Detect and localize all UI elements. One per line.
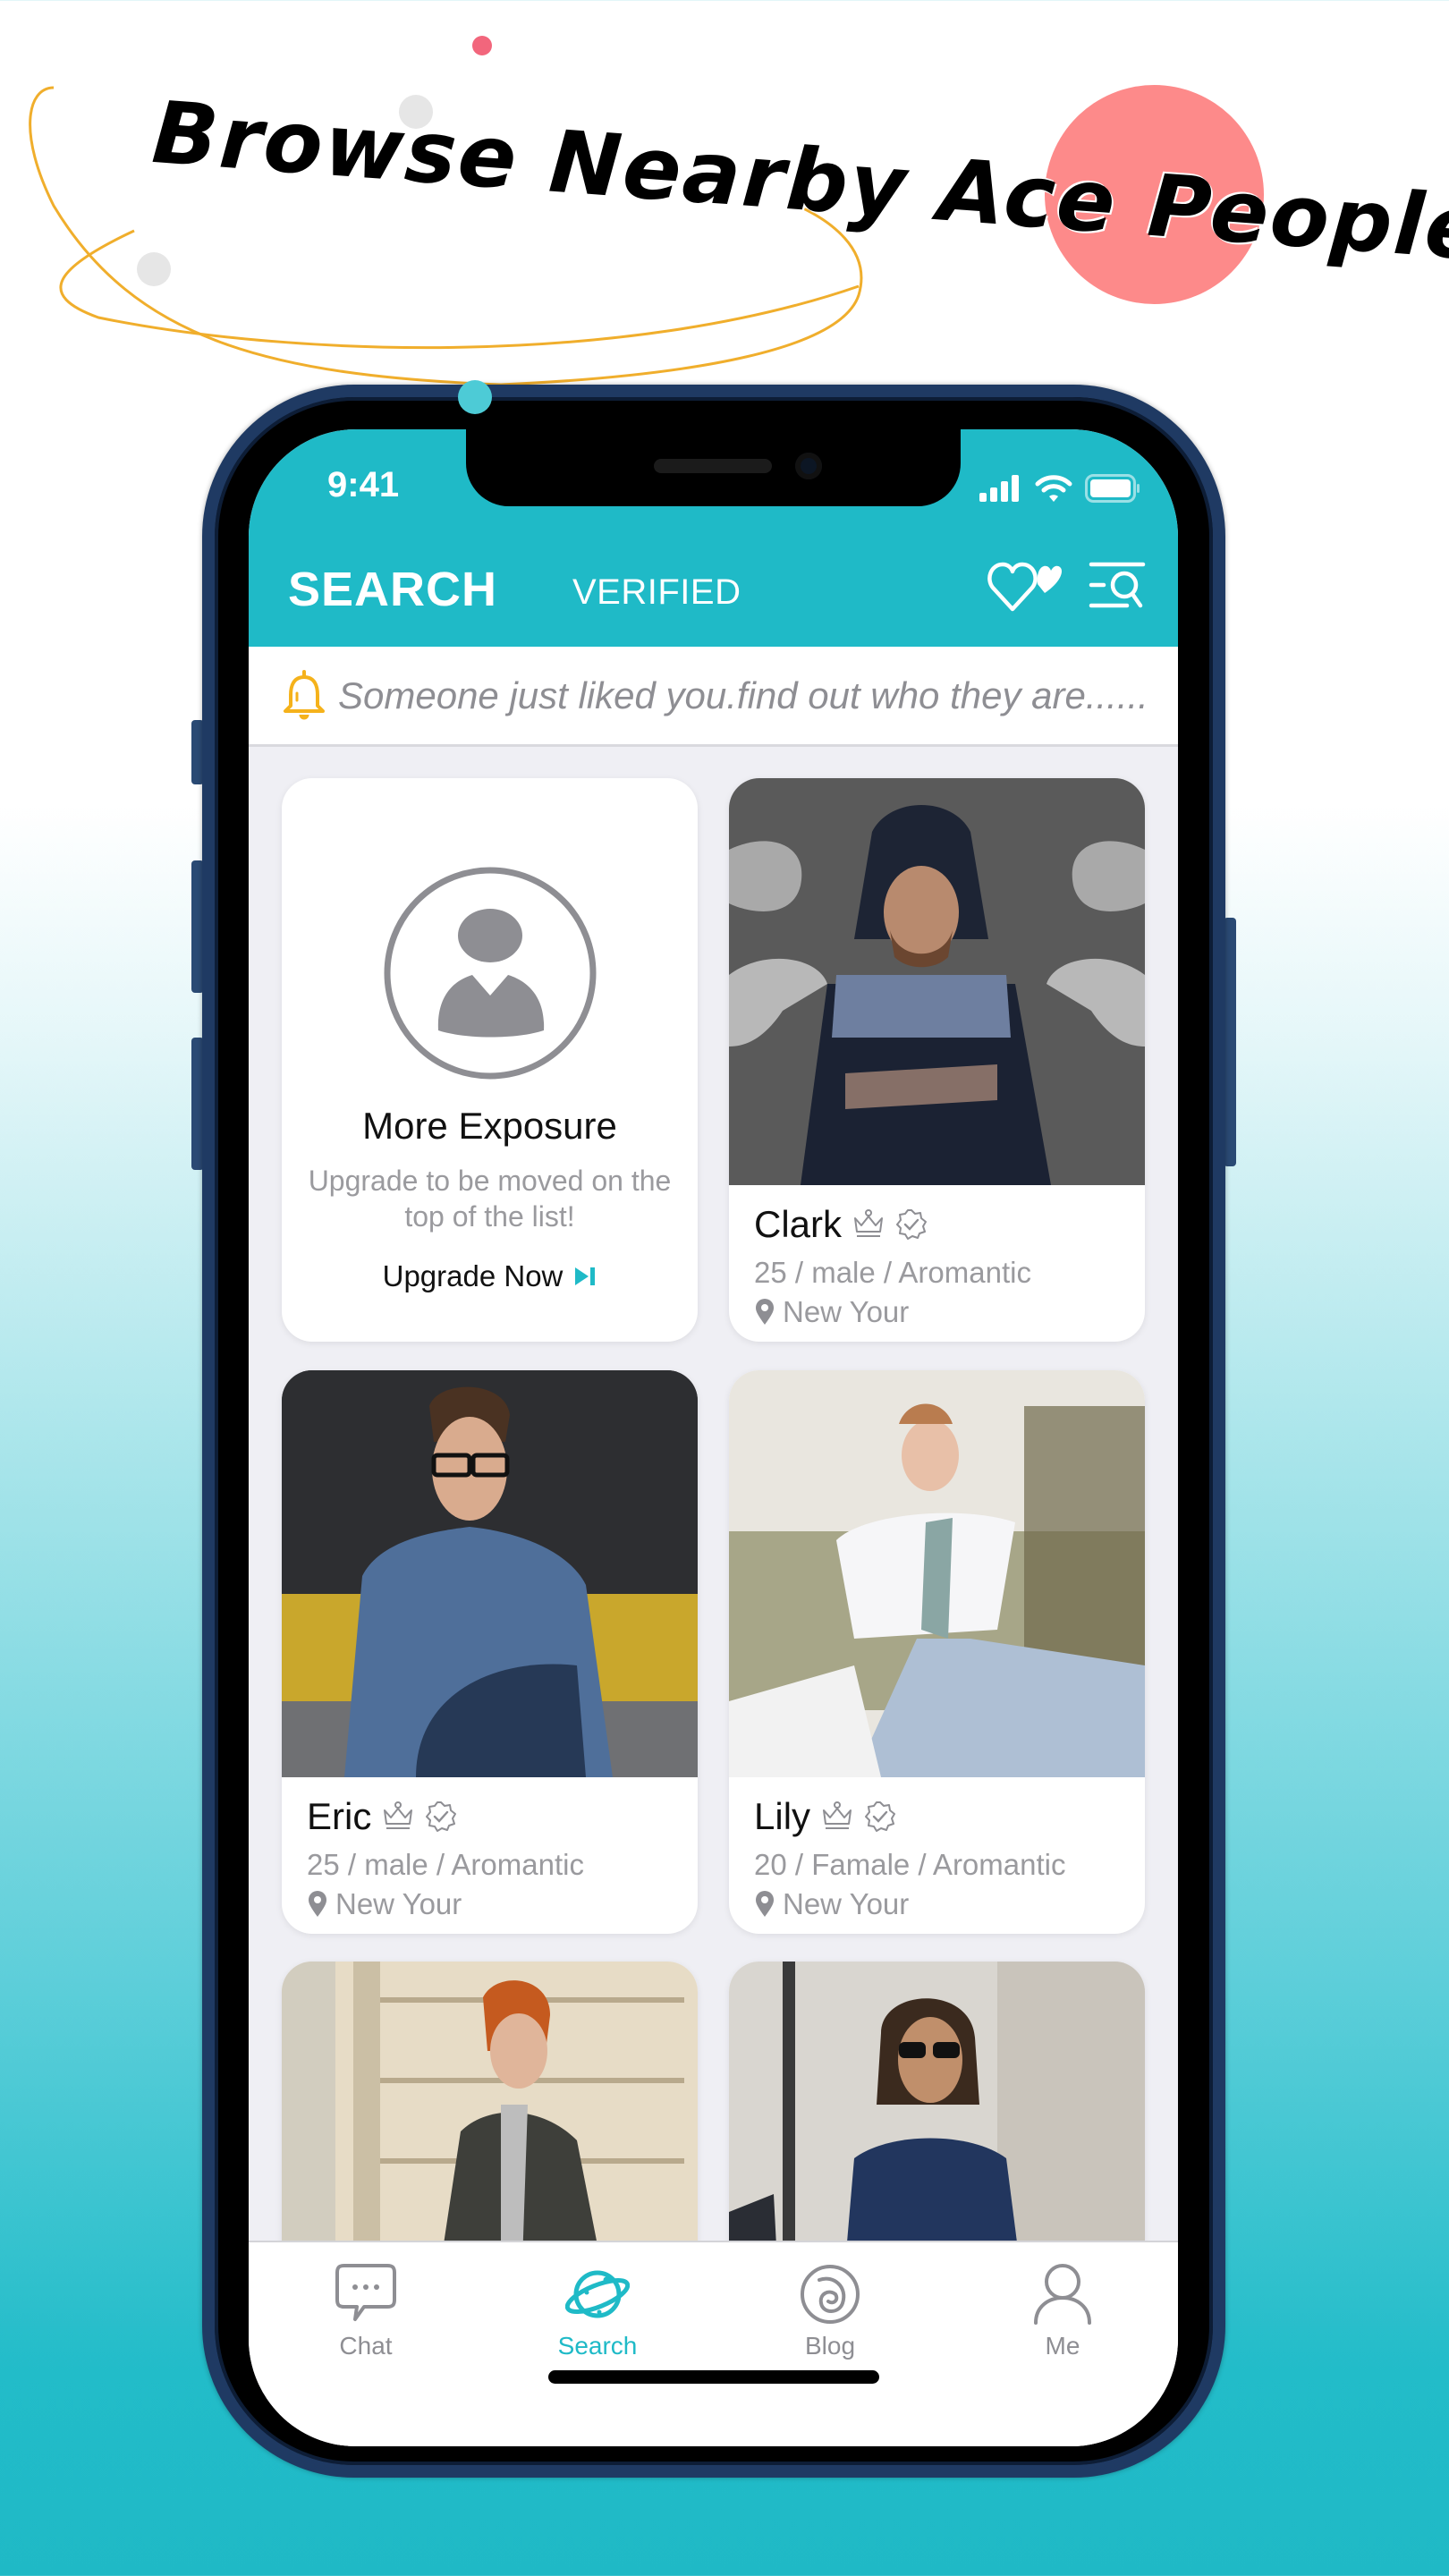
tab-blog-label: Blog: [804, 2332, 856, 2360]
signal-icon: [979, 475, 1019, 502]
wifi-icon: [1035, 475, 1072, 502]
promo-title: More Exposure: [362, 1105, 617, 1147]
phone-notch: [466, 429, 961, 506]
verified-badge-icon: [896, 1209, 928, 1240]
profile-name: Eric: [307, 1795, 372, 1837]
decorative-teal-dot: [458, 380, 492, 414]
tab-search-label: Search: [557, 2332, 638, 2360]
profile-photo: [282, 1370, 698, 1777]
more-exposure-card[interactable]: More Exposure Upgrade to be moved on the…: [282, 778, 698, 1342]
location-pin-icon: [309, 1891, 326, 1917]
earpiece-speaker: [654, 459, 772, 473]
status-time: 9:41: [327, 465, 400, 504]
skip-forward-icon: [575, 1267, 596, 1285]
profile-card[interactable]: Clark 25 / male / Aromantic New Your: [729, 778, 1145, 1342]
phone-screen: 9:41 SEARCH VERIFIED Someone just liked …: [249, 429, 1178, 2446]
battery-icon: [1085, 474, 1140, 503]
profile-meta: 20 / Famale / Aromantic: [754, 1848, 1066, 1881]
notification-text: Someone just liked you.find out who they…: [338, 674, 1148, 716]
blog-spiral-icon: [801, 2265, 860, 2324]
vip-crown-icon: [384, 1801, 413, 1829]
tab-chat-label: Chat: [339, 2332, 393, 2360]
person-icon: [1034, 2264, 1091, 2325]
phone-power-button: [1224, 918, 1236, 1166]
profile-meta: 25 / male / Aromantic: [307, 1848, 584, 1881]
profile-name: Lily: [754, 1795, 811, 1837]
location-pin-icon: [756, 1299, 774, 1325]
home-indicator[interactable]: [548, 2370, 879, 2384]
tab-blog[interactable]: Blog: [758, 2262, 902, 2360]
tab-chat[interactable]: Chat: [294, 2262, 437, 2360]
vip-crown-icon: [823, 1801, 852, 1829]
profile-info: Clark 25 / male / Aromantic New Your: [754, 1199, 1127, 1329]
profile-card[interactable]: Eric 25 / male / Aromantic New Your: [282, 1370, 698, 1934]
tab-me[interactable]: Me: [991, 2262, 1134, 2360]
filter-search-icon[interactable]: [1088, 559, 1147, 614]
tab-search[interactable]: Search: [526, 2262, 669, 2360]
upgrade-now-label: Upgrade Now: [382, 1259, 564, 1292]
planet-icon: [565, 2270, 630, 2318]
tab-verified-header[interactable]: VERIFIED: [572, 572, 741, 613]
bottom-tab-bar: Chat Search Blog Me: [249, 2241, 1178, 2446]
likes-hearts-icon[interactable]: [987, 559, 1064, 614]
profile-location: New Your: [783, 1887, 910, 1920]
verified-badge-icon: [865, 1801, 896, 1832]
profile-name: Clark: [754, 1203, 843, 1245]
promo-subtitle: Upgrade to be moved on the top of the li…: [308, 1165, 672, 1233]
profile-meta: 25 / male / Aromantic: [754, 1256, 1031, 1289]
profile-card[interactable]: Lily 20 / Famale / Aromantic New Your: [729, 1370, 1145, 1934]
bell-icon: [284, 669, 325, 719]
vip-crown-icon: [854, 1209, 884, 1237]
profile-photo: [729, 1370, 1145, 1777]
profile-info: Eric 25 / male / Aromantic New Your: [307, 1791, 680, 1921]
profile-photo: [729, 778, 1145, 1185]
front-camera: [795, 453, 822, 479]
status-icons: [979, 474, 1140, 503]
verified-badge-icon: [426, 1801, 457, 1832]
avatar-placeholder-icon: [384, 867, 597, 1080]
profile-info: Lily 20 / Famale / Aromantic New Your: [754, 1791, 1127, 1921]
notification-banner[interactable]: Someone just liked you.find out who they…: [249, 647, 1178, 747]
profile-location: New Your: [783, 1295, 910, 1328]
upgrade-now-button[interactable]: Upgrade Now: [282, 1259, 698, 1293]
chat-bubble-icon: [335, 2264, 396, 2321]
profile-location: New Your: [335, 1887, 462, 1920]
tab-search-header[interactable]: SEARCH: [288, 562, 497, 617]
location-pin-icon: [756, 1891, 774, 1917]
tab-me-label: Me: [1045, 2332, 1080, 2360]
